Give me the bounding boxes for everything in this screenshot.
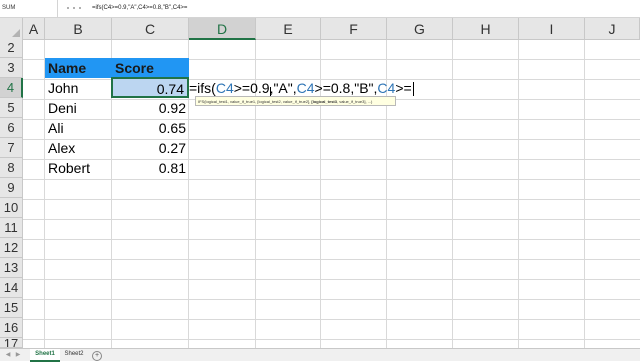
column-header-b[interactable]: B [45, 18, 112, 40]
prev-sheet-icon[interactable]: ◀ [4, 351, 12, 359]
formula-part: >= [395, 80, 412, 96]
cell-b5[interactable]: Deni [45, 98, 112, 118]
formula-part: >=0.9, [233, 80, 274, 96]
row-header-6[interactable]: 6 [0, 118, 23, 138]
formula-part: >=0.8,"B", [314, 80, 378, 96]
function-argument-tooltip[interactable]: IFS(logical_test1, value_if_true1, [logi… [195, 96, 396, 106]
row-header-11[interactable]: 11 [0, 218, 23, 238]
cell-c4-selected[interactable]: 0.74 [111, 77, 189, 98]
sheet-tab-sheet2[interactable]: Sheet2 [60, 349, 88, 360]
cell-d4-editing-formula[interactable]: =ifs(C4>=0.9,"A",C4>=0.8,"B",C4>= [189, 78, 414, 98]
cell-c6[interactable]: 0.65 [112, 118, 189, 138]
sheet-tab-bar: ◀ ▶ Sheet1 Sheet2 + [0, 348, 640, 362]
row-header-15[interactable]: 15 [0, 298, 23, 318]
row-header-4[interactable]: 4 [0, 78, 23, 98]
text-cursor [412, 82, 414, 97]
column-header-h[interactable]: H [453, 18, 519, 40]
cell-b7[interactable]: Alex [45, 138, 112, 158]
column-header-c[interactable]: C [112, 18, 189, 40]
tooltip-current-arg: [logical_test3 [311, 99, 337, 104]
column-header-i[interactable]: I [519, 18, 585, 40]
row-header-13[interactable]: 13 [0, 258, 23, 278]
formula-reference: C4 [377, 80, 396, 96]
formula-bar: SUM =ifs(C4>=0.9,"A",C4>=0.8,"B",C4>= [0, 0, 640, 18]
tooltip-args: IFS(logical_test1, value_if_true1, [logi… [198, 99, 312, 104]
next-sheet-icon[interactable]: ▶ [14, 351, 22, 359]
formula-part: "A", [273, 80, 297, 96]
row-header-5[interactable]: 5 [0, 98, 23, 118]
name-box[interactable]: SUM [0, 0, 58, 17]
row-header-7[interactable]: 7 [0, 138, 23, 158]
tooltip-args-rest: , value_if_true3], ...) [336, 99, 373, 104]
row-header-9[interactable]: 9 [0, 178, 23, 198]
row-header-16[interactable]: 16 [0, 318, 23, 338]
formula-part: =ifs( [189, 80, 216, 96]
column-header-j[interactable]: J [585, 18, 640, 40]
cell-b4[interactable]: John [45, 78, 112, 98]
formula-reference: C4 [215, 80, 234, 96]
column-header-a[interactable]: A [23, 18, 45, 40]
cell-b8[interactable]: Robert [45, 158, 112, 178]
cell-c7[interactable]: 0.27 [112, 138, 189, 158]
cell-b6[interactable]: Ali [45, 118, 112, 138]
row-header-14[interactable]: 14 [0, 278, 23, 298]
formula-reference: C4 [296, 80, 315, 96]
formula-input[interactable]: =ifs(C4>=0.9,"A",C4>=0.8,"B",C4>= [92, 0, 187, 17]
cell-c5[interactable]: 0.92 [112, 98, 189, 118]
column-header-d[interactable]: D [189, 18, 256, 40]
cell-b3-name-header[interactable]: Name [45, 58, 112, 78]
column-header-f[interactable]: F [321, 18, 387, 40]
row-header-17[interactable]: 17 [0, 338, 23, 348]
row-header-2[interactable]: 2 [0, 38, 23, 58]
row-header-10[interactable]: 10 [0, 198, 23, 218]
sheet-tab-sheet1[interactable]: Sheet1 [30, 349, 60, 362]
formula-bar-dots-icon [58, 0, 90, 17]
row-header-8[interactable]: 8 [0, 158, 23, 178]
select-all-button[interactable] [0, 18, 23, 40]
row-header-12[interactable]: 12 [0, 238, 23, 258]
column-header-g[interactable]: G [387, 18, 453, 40]
row-header-3[interactable]: 3 [0, 58, 23, 78]
cell-c3-score-header[interactable]: Score [112, 58, 189, 78]
cell-c8[interactable]: 0.81 [112, 158, 189, 178]
column-header-e[interactable]: E [256, 18, 321, 40]
